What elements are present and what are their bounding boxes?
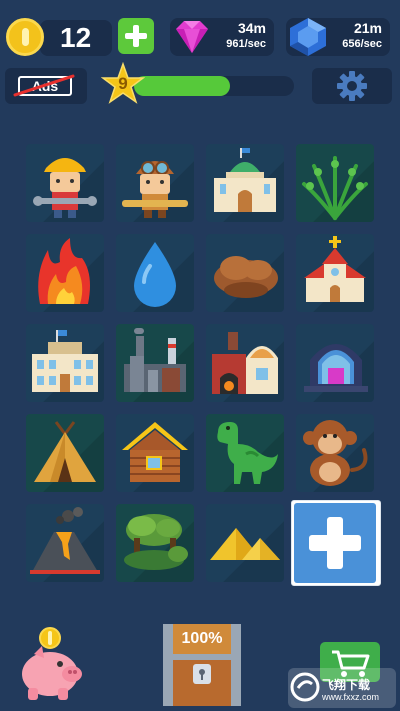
sapphire-rate: 656/sec [342,38,382,50]
tile-log-cabin[interactable] [116,414,194,492]
church-icon [304,236,366,302]
piggy-bank-icon[interactable] [14,624,86,704]
tepee-icon [34,421,96,482]
tile-fire[interactable] [26,234,104,312]
coin-icon [6,18,44,56]
fern-icon [302,156,368,220]
monkey-icon [303,420,368,486]
tile-worker[interactable] [26,144,104,222]
watermark-title: 飞翔下载 [322,678,371,692]
tile-water[interactable] [116,234,194,312]
gem-rate: 961/sec [226,38,266,50]
forge-icon [212,332,278,394]
sapphire-icon [290,18,326,56]
watermark-url: www.fxxz.com [322,692,380,702]
dinosaur-icon [217,422,278,484]
sapphire-amount: 21m [353,20,382,36]
tile-school[interactable] [26,324,104,402]
volcano-icon [30,507,100,574]
tile-swamp[interactable] [116,504,194,582]
buy-coins-button[interactable] [118,18,154,54]
mud-icon [214,256,278,298]
pilot-icon [122,161,188,218]
tile-church[interactable] [296,234,374,312]
diamond-icon [176,21,208,53]
tile-monkey[interactable] [296,414,374,492]
tile-fern[interactable] [296,144,374,222]
capitol-icon [214,148,276,212]
water-drop-icon [134,242,176,307]
school-icon [32,330,98,392]
fire-icon [38,238,90,304]
tile-dinosaur[interactable] [206,414,284,492]
tile-mud[interactable] [206,234,284,312]
sand-dunes-icon [210,528,280,560]
gem-amount: 34m [237,20,266,36]
tile-observatory-machine[interactable] [296,324,374,402]
tile-forge[interactable] [206,324,284,402]
chest-progress-label: 100% [181,630,223,647]
dome-lab-icon [304,344,368,392]
coin-count: 12 [60,22,92,53]
gear-icon [337,71,367,101]
level-progress-fill [134,76,230,96]
tile-pilot[interactable] [116,144,194,222]
level-number: 9 [118,74,128,93]
tile-factory[interactable] [116,324,194,402]
watermark-logo-icon [290,672,320,702]
log-cabin-icon [122,422,188,482]
swamp-icon [124,514,188,570]
tile-observatory[interactable] [206,144,284,222]
plus-icon [294,503,376,583]
worker-icon [33,158,97,218]
tile-tepee[interactable] [26,414,104,492]
tile-sand-dunes[interactable] [206,504,284,582]
tile-volcano[interactable] [26,504,104,582]
factory-icon [124,328,186,392]
